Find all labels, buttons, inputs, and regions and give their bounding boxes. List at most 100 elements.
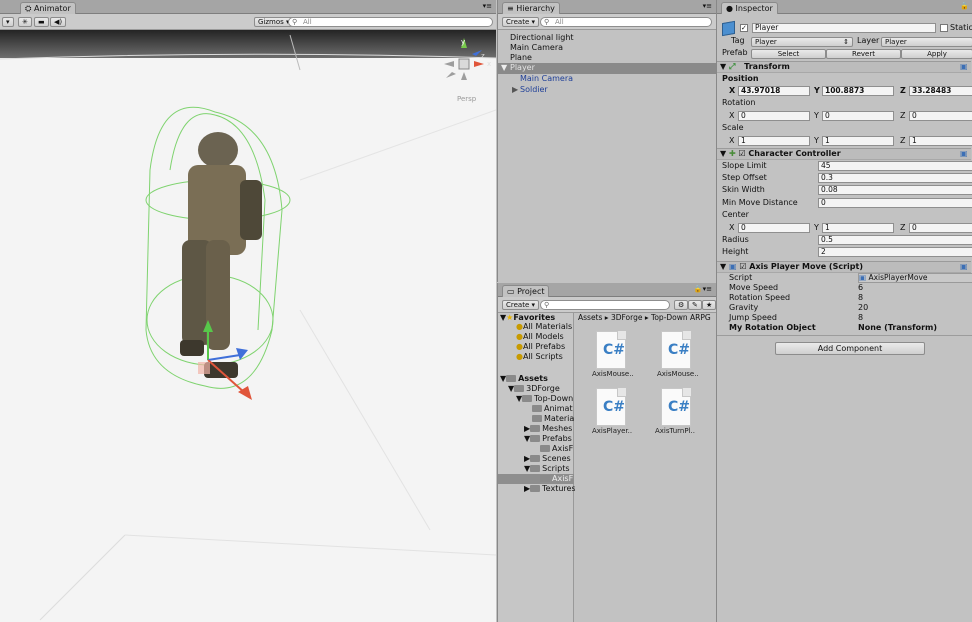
tree-folder-selected[interactable]: AxisF [498, 474, 574, 484]
rotation-speed-value[interactable]: 8 [858, 293, 863, 303]
gear-icon[interactable]: ▣ [960, 62, 968, 71]
prefab-apply-button[interactable]: Apply [901, 49, 972, 59]
skin-width-field[interactable]: 0.08 [818, 185, 972, 195]
hierarchy-item-selected[interactable]: ▼ Player [498, 63, 716, 74]
rotation-z-field[interactable]: 0 [909, 111, 972, 121]
gear-icon[interactable]: ▣ [960, 149, 968, 158]
persp-label[interactable]: Persp [457, 95, 476, 103]
tab-hierarchy[interactable]: ≡ Hierarchy [502, 2, 560, 14]
favorite-item[interactable]: ●All Models [516, 332, 564, 342]
layer-dropdown[interactable]: Player [881, 37, 972, 47]
lock-icon[interactable]: 🔒 [960, 2, 969, 10]
rotation-object-value[interactable]: None (Transform) [858, 323, 937, 333]
favorite-star-icon[interactable]: ★ [702, 300, 717, 310]
filter-type-icon[interactable]: ⚙ [674, 300, 689, 310]
rotation-y-field[interactable]: 0 [822, 111, 894, 121]
panel-menu-icon[interactable]: ▾≡ [703, 2, 712, 10]
tree-folder[interactable]: Animat [532, 404, 573, 414]
folder-icon [530, 465, 541, 472]
object-name-field[interactable]: Player [752, 23, 936, 33]
tree-folder[interactable]: ▼ Top-Down [516, 394, 573, 404]
hierarchy-item[interactable]: Main Camera [510, 43, 563, 53]
tree-folder[interactable]: ▶ Scenes [524, 454, 571, 464]
csharp-script-icon[interactable]: C# [661, 388, 691, 426]
breadcrumb-item[interactable]: Assets [578, 313, 602, 322]
hierarchy-item[interactable]: Plane [510, 53, 532, 63]
project-search-input[interactable]: ⚲ [540, 300, 670, 310]
shading-mode-dropdown[interactable]: ▾ [2, 17, 14, 27]
tree-folder[interactable]: AxisF [540, 444, 573, 454]
position-y-field[interactable]: 100.8873 [822, 86, 894, 96]
assets-header[interactable]: ▼ Assets [500, 374, 548, 384]
scene-search-input[interactable]: ⚲ All [288, 17, 493, 27]
csharp-script-icon[interactable]: C# [596, 331, 626, 369]
rotation-x-field[interactable]: 0 [738, 111, 810, 121]
slope-limit-field[interactable]: 45 [818, 161, 972, 171]
gravity-value[interactable]: 20 [858, 303, 868, 313]
favorite-item[interactable]: ●All Scripts [516, 352, 563, 362]
position-x-field[interactable]: 43.97018 [738, 86, 810, 96]
move-speed-value[interactable]: 6 [858, 283, 863, 293]
hierarchy-item[interactable]: Main Camera [520, 74, 573, 84]
script-component-header[interactable]: ▼ ▣ ☑ Axis Player Move (Script) [717, 261, 971, 273]
panel-menu-icon[interactable]: ▾≡ [483, 2, 492, 10]
tab-animator[interactable]: ⛭ Animator [20, 2, 76, 14]
center-y-field[interactable]: 1 [822, 223, 894, 233]
min-move-distance-field[interactable]: 0 [818, 198, 972, 208]
center-z-field[interactable]: 0 [909, 223, 972, 233]
tree-folder[interactable]: ▼ 3DForge [508, 384, 560, 394]
csharp-script-icon[interactable]: C# [596, 388, 626, 426]
tab-project[interactable]: ▭ Project [502, 285, 550, 297]
hierarchy-search-input[interactable]: ⚲ All [540, 17, 712, 27]
script-icon: ▣ [728, 262, 737, 271]
tag-value: Player [755, 38, 777, 46]
expand-arrow-icon[interactable]: ▶ [512, 85, 518, 95]
favorite-item[interactable]: ●All Prefabs [516, 342, 565, 352]
scale-z-field[interactable]: 1 [909, 136, 972, 146]
scene-viewport[interactable] [0, 30, 496, 622]
script-reference-field[interactable]: ▣ AxisPlayerMove [858, 273, 972, 283]
lighting-toggle-icon[interactable]: ✳ [18, 17, 32, 27]
center-x-field[interactable]: 0 [738, 223, 810, 233]
lock-icon[interactable]: 🔒▾≡ [694, 285, 712, 293]
scale-x-field[interactable]: 1 [738, 136, 810, 146]
tree-folder[interactable]: ▶ Meshes [524, 424, 572, 434]
tree-folder[interactable]: ▼ Scripts [524, 464, 570, 474]
filter-label-icon[interactable]: ✎ [688, 300, 702, 310]
enabled-checkbox-icon[interactable]: ☑ [739, 262, 746, 271]
expand-arrow-icon[interactable]: ▼ [501, 63, 507, 73]
character-controller-header[interactable]: ▼ ✚ ☑ Character Controller [717, 148, 971, 160]
transform-header[interactable]: ▼ ⤢ Transform [717, 61, 971, 73]
active-checkbox[interactable]: ✓ [740, 24, 748, 32]
project-create-button[interactable]: Create ▾ [502, 300, 540, 310]
breadcrumb-item[interactable]: Top-Down ARPG [651, 313, 711, 322]
audio-toggle-icon[interactable]: ◀) [50, 17, 67, 27]
gear-icon[interactable]: ▣ [960, 262, 968, 271]
scale-y-field[interactable]: 1 [822, 136, 894, 146]
prefab-select-button[interactable]: Select [751, 49, 826, 59]
center-label: Center [722, 210, 749, 219]
tree-folder[interactable]: ▼ Prefabs [524, 434, 572, 444]
csharp-script-icon[interactable]: C# [661, 331, 691, 369]
radius-field[interactable]: 0.5 [818, 235, 972, 245]
tag-dropdown[interactable]: Player ⇕ [751, 37, 853, 47]
tree-folder[interactable]: ▶ Textures [524, 484, 576, 494]
image-toggle-icon[interactable]: ▬ [34, 17, 49, 27]
favorite-item[interactable]: ●All Materials [516, 322, 572, 332]
jump-speed-value[interactable]: 8 [858, 313, 863, 323]
tab-inspector[interactable]: ● Inspector [721, 2, 778, 14]
step-offset-field[interactable]: 0.3 [818, 173, 972, 183]
static-checkbox[interactable] [940, 24, 948, 32]
tree-folder[interactable]: Materia [532, 414, 574, 424]
enabled-checkbox-icon[interactable]: ☑ [738, 149, 745, 158]
height-field[interactable]: 2 [818, 247, 972, 257]
position-z-field[interactable]: 33.28483 [909, 86, 972, 96]
hierarchy-item[interactable]: Soldier [520, 85, 548, 95]
prefab-revert-button[interactable]: Revert [826, 49, 901, 59]
height-label: Height [722, 247, 749, 256]
hierarchy-item[interactable]: Directional light [510, 33, 574, 43]
scene-panel: ⛭ Animator ▾≡ ▾ ✳ ▬ ◀) Gizmos ▾ ⚲ All y … [0, 0, 496, 622]
hierarchy-create-button[interactable]: Create ▾ [502, 17, 540, 27]
add-component-button[interactable]: Add Component [775, 342, 925, 355]
breadcrumb-item[interactable]: 3DForge [611, 313, 643, 322]
